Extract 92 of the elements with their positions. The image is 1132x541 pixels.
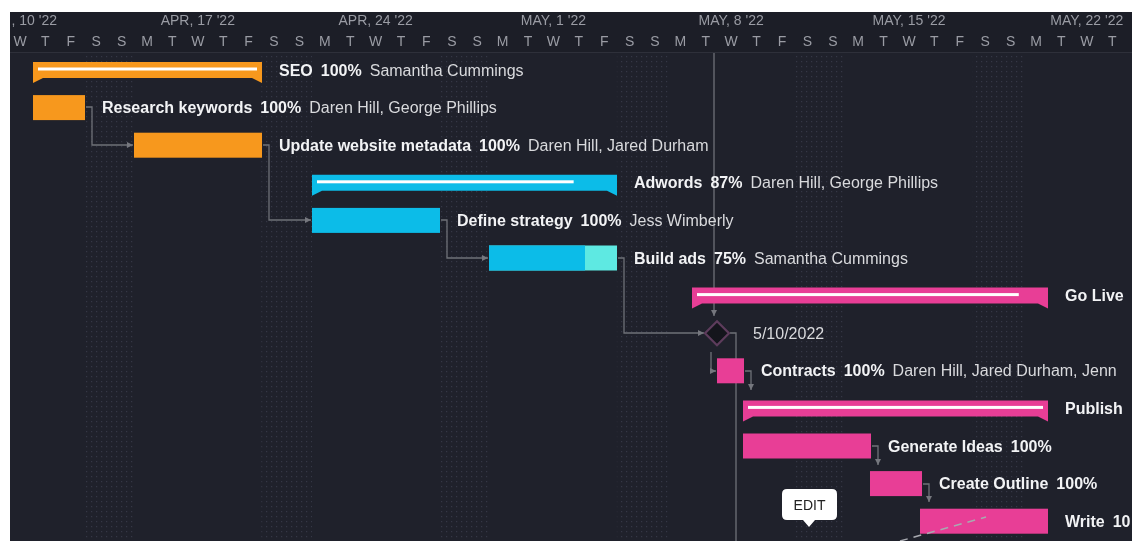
assignee-names: Daren Hill, George Phillips [309, 99, 497, 117]
task-name: Publish [1065, 399, 1123, 417]
day-label: T [1057, 33, 1066, 49]
day-label: S [980, 33, 990, 49]
day-label: S [472, 33, 482, 49]
day-label: S [269, 33, 279, 49]
day-label: S [624, 33, 635, 49]
task-name: Go Live [1065, 287, 1124, 305]
progress-percent: 100% [843, 362, 885, 380]
week-label: APR, 17 '22 [160, 12, 235, 28]
day-label: W [546, 33, 560, 49]
milestone-date: 5/10/2022 [753, 324, 825, 342]
day-label: F [599, 33, 609, 49]
week-label: , 10 '22 [11, 12, 57, 28]
day-label: F [955, 33, 965, 49]
task-bar[interactable] [717, 358, 744, 384]
connector-arrow [710, 351, 717, 374]
day-label: M [852, 33, 865, 49]
day-label: T [345, 33, 355, 49]
day-label: S [294, 33, 305, 49]
day-label: T [879, 33, 888, 49]
assignee-names: Daren Hill, Jared Durham [528, 136, 709, 154]
task-name: Adwords [634, 174, 703, 192]
day-label: S [116, 33, 127, 49]
task-name: SEO [279, 61, 313, 79]
day-label: M [496, 33, 509, 49]
day-label: S [1005, 33, 1016, 49]
day-label: W [1080, 33, 1094, 49]
day-label: T [701, 33, 711, 49]
day-label: W [369, 33, 383, 49]
progress-percent: 100% [580, 211, 622, 229]
week-label: MAY, 22 '22 [1050, 12, 1124, 28]
day-label: T [168, 33, 177, 49]
assignee-names: Samantha Cummings [369, 61, 524, 79]
task-name: Update website metadata [279, 136, 472, 154]
progress-percent: 100% [320, 61, 362, 79]
task-bar[interactable] [134, 132, 262, 158]
week-label: MAY, 15 '22 [872, 12, 946, 28]
task-name: Generate Ideas [888, 437, 1003, 455]
assignee-names: Daren Hill, Jared Durham, Jenn [892, 362, 1117, 380]
day-label: T [396, 33, 406, 49]
connector-arrow [744, 370, 754, 391]
day-label: S [91, 33, 101, 49]
day-label: M [141, 33, 153, 49]
progress-percent: 75% [714, 249, 747, 267]
task-name: Create Outline [939, 475, 1049, 493]
week-label: MAY, 8 '22 [698, 12, 764, 28]
task-name: Define strategy [457, 211, 573, 229]
progress-percent: 100% [1010, 437, 1052, 455]
day-label: F [66, 33, 76, 49]
day-label: S [650, 33, 660, 49]
assignee-names: Samantha Cummings [754, 249, 908, 267]
progress-percent: 100% [1056, 475, 1098, 493]
week-label: APR, 24 '22 [338, 12, 413, 28]
day-label: S [447, 33, 457, 49]
day-label: F [422, 33, 431, 49]
week-label: MAY, 1 '22 [520, 12, 586, 28]
day-label: T [930, 33, 939, 49]
day-label: T [1107, 33, 1117, 49]
task-bar[interactable] [312, 207, 440, 233]
day-label: F [244, 33, 253, 49]
day-label: T [218, 33, 228, 49]
day-label: M [674, 33, 687, 49]
progress-percent: 10 [1112, 512, 1131, 530]
day-label: M [1030, 33, 1042, 49]
task-name: Contracts [761, 362, 836, 380]
day-label: W [191, 33, 205, 49]
day-label: S [802, 33, 813, 49]
task-name: Research keywords [102, 99, 253, 117]
assignee-names: Daren Hill, George Phillips [750, 174, 939, 192]
connector-arrow [871, 445, 881, 466]
day-label: T [523, 33, 533, 49]
assignee-names: Jess Wimberly [629, 211, 734, 229]
day-label: W [724, 33, 738, 49]
task-name: Build ads [634, 249, 706, 267]
task-bar[interactable] [920, 508, 1048, 534]
task-bar[interactable] [33, 95, 85, 121]
day-label: W [902, 33, 916, 49]
day-label: F [777, 33, 787, 49]
task-bar[interactable] [870, 471, 922, 497]
connector-arrow [922, 483, 932, 503]
edit-tooltip[interactable]: EDIT [782, 489, 837, 527]
day-label: W [13, 33, 27, 49]
progress-percent: 100% [479, 136, 520, 154]
day-label: T [752, 33, 761, 49]
day-label: S [828, 33, 838, 49]
day-label: T [41, 33, 50, 49]
day-label: M [318, 33, 331, 49]
day-label: T [574, 33, 584, 49]
progress-percent: 100% [260, 99, 302, 117]
progress-percent: 87% [710, 174, 743, 192]
task-name: Write [1065, 512, 1105, 530]
